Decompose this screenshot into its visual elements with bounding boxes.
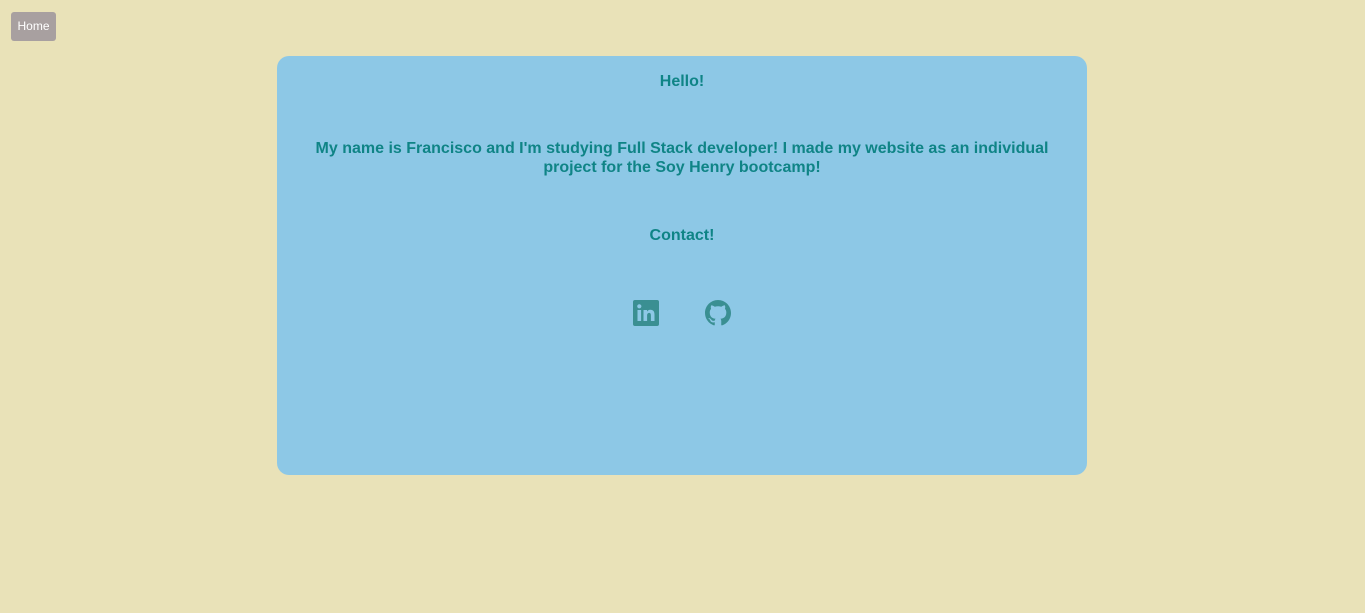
greeting-heading: Hello! xyxy=(659,73,705,90)
home-button[interactable]: Home xyxy=(11,12,56,41)
intro-text: My name is Francisco and I'm studying Fu… xyxy=(315,140,1049,176)
linkedin-icon[interactable] xyxy=(633,300,659,326)
contact-heading: Contact! xyxy=(649,227,715,244)
about-card: Hello! My name is Francisco and I'm stud… xyxy=(277,56,1087,475)
github-icon[interactable] xyxy=(705,300,731,326)
